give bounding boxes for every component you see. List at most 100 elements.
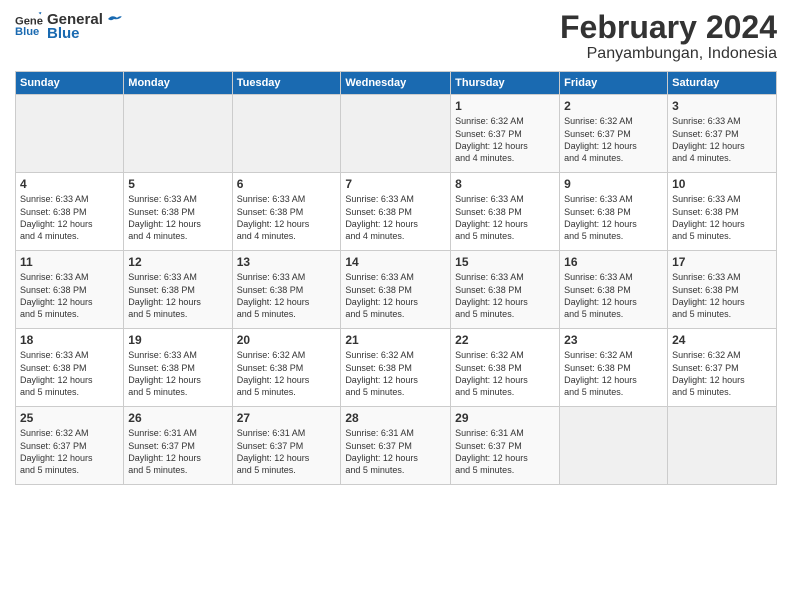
- day-number: 29: [455, 410, 555, 426]
- day-number: 7: [345, 176, 446, 192]
- week-row-2: 4Sunrise: 6:33 AM Sunset: 6:38 PM Daylig…: [16, 173, 777, 251]
- day-info: Sunrise: 6:32 AM Sunset: 6:38 PM Dayligh…: [237, 349, 337, 398]
- table-row: 14Sunrise: 6:33 AM Sunset: 6:38 PM Dayli…: [341, 251, 451, 329]
- page: General Blue General Blue February 2024 …: [0, 0, 792, 612]
- day-number: 27: [237, 410, 337, 426]
- day-number: 25: [20, 410, 119, 426]
- table-row: [124, 95, 232, 173]
- day-number: 13: [237, 254, 337, 270]
- day-info: Sunrise: 6:33 AM Sunset: 6:38 PM Dayligh…: [20, 349, 119, 398]
- table-row: [16, 95, 124, 173]
- day-info: Sunrise: 6:33 AM Sunset: 6:38 PM Dayligh…: [128, 349, 227, 398]
- day-info: Sunrise: 6:33 AM Sunset: 6:38 PM Dayligh…: [672, 271, 772, 320]
- day-info: Sunrise: 6:31 AM Sunset: 6:37 PM Dayligh…: [455, 427, 555, 476]
- table-row: 6Sunrise: 6:33 AM Sunset: 6:38 PM Daylig…: [232, 173, 341, 251]
- table-row: 22Sunrise: 6:32 AM Sunset: 6:38 PM Dayli…: [451, 329, 560, 407]
- table-row: [668, 407, 777, 485]
- day-number: 5: [128, 176, 227, 192]
- day-info: Sunrise: 6:32 AM Sunset: 6:37 PM Dayligh…: [672, 349, 772, 398]
- day-info: Sunrise: 6:32 AM Sunset: 6:37 PM Dayligh…: [564, 115, 663, 164]
- table-row: 16Sunrise: 6:33 AM Sunset: 6:38 PM Dayli…: [560, 251, 668, 329]
- logo-bird-icon: [105, 10, 123, 28]
- day-number: 18: [20, 332, 119, 348]
- day-info: Sunrise: 6:32 AM Sunset: 6:38 PM Dayligh…: [564, 349, 663, 398]
- calendar-subtitle: Panyambungan, Indonesia: [560, 45, 777, 63]
- table-row: 21Sunrise: 6:32 AM Sunset: 6:38 PM Dayli…: [341, 329, 451, 407]
- col-thursday: Thursday: [451, 72, 560, 95]
- table-row: 13Sunrise: 6:33 AM Sunset: 6:38 PM Dayli…: [232, 251, 341, 329]
- day-number: 21: [345, 332, 446, 348]
- day-info: Sunrise: 6:32 AM Sunset: 6:38 PM Dayligh…: [345, 349, 446, 398]
- table-row: 8Sunrise: 6:33 AM Sunset: 6:38 PM Daylig…: [451, 173, 560, 251]
- day-info: Sunrise: 6:33 AM Sunset: 6:38 PM Dayligh…: [20, 271, 119, 320]
- day-number: 20: [237, 332, 337, 348]
- day-number: 15: [455, 254, 555, 270]
- table-row: 10Sunrise: 6:33 AM Sunset: 6:38 PM Dayli…: [668, 173, 777, 251]
- day-number: 26: [128, 410, 227, 426]
- day-info: Sunrise: 6:33 AM Sunset: 6:38 PM Dayligh…: [672, 193, 772, 242]
- day-info: Sunrise: 6:33 AM Sunset: 6:38 PM Dayligh…: [564, 193, 663, 242]
- svg-text:Blue: Blue: [15, 26, 39, 38]
- table-row: 29Sunrise: 6:31 AM Sunset: 6:37 PM Dayli…: [451, 407, 560, 485]
- table-row: 28Sunrise: 6:31 AM Sunset: 6:37 PM Dayli…: [341, 407, 451, 485]
- table-row: 20Sunrise: 6:32 AM Sunset: 6:38 PM Dayli…: [232, 329, 341, 407]
- table-row: 23Sunrise: 6:32 AM Sunset: 6:38 PM Dayli…: [560, 329, 668, 407]
- day-info: Sunrise: 6:32 AM Sunset: 6:38 PM Dayligh…: [455, 349, 555, 398]
- day-number: 22: [455, 332, 555, 348]
- week-row-5: 25Sunrise: 6:32 AM Sunset: 6:37 PM Dayli…: [16, 407, 777, 485]
- table-row: 25Sunrise: 6:32 AM Sunset: 6:37 PM Dayli…: [16, 407, 124, 485]
- day-info: Sunrise: 6:33 AM Sunset: 6:38 PM Dayligh…: [128, 193, 227, 242]
- day-info: Sunrise: 6:33 AM Sunset: 6:38 PM Dayligh…: [345, 193, 446, 242]
- col-tuesday: Tuesday: [232, 72, 341, 95]
- table-row: 1Sunrise: 6:32 AM Sunset: 6:37 PM Daylig…: [451, 95, 560, 173]
- day-number: 11: [20, 254, 119, 270]
- day-info: Sunrise: 6:33 AM Sunset: 6:38 PM Dayligh…: [20, 193, 119, 242]
- day-info: Sunrise: 6:32 AM Sunset: 6:37 PM Dayligh…: [455, 115, 555, 164]
- calendar-title: February 2024: [560, 10, 777, 45]
- day-number: 19: [128, 332, 227, 348]
- day-number: 9: [564, 176, 663, 192]
- day-info: Sunrise: 6:33 AM Sunset: 6:38 PM Dayligh…: [564, 271, 663, 320]
- table-row: [560, 407, 668, 485]
- logo: General Blue General Blue: [15, 10, 123, 42]
- table-row: 27Sunrise: 6:31 AM Sunset: 6:37 PM Dayli…: [232, 407, 341, 485]
- table-row: 19Sunrise: 6:33 AM Sunset: 6:38 PM Dayli…: [124, 329, 232, 407]
- table-row: 12Sunrise: 6:33 AM Sunset: 6:38 PM Dayli…: [124, 251, 232, 329]
- table-row: 18Sunrise: 6:33 AM Sunset: 6:38 PM Dayli…: [16, 329, 124, 407]
- table-row: [232, 95, 341, 173]
- day-info: Sunrise: 6:31 AM Sunset: 6:37 PM Dayligh…: [237, 427, 337, 476]
- day-info: Sunrise: 6:33 AM Sunset: 6:38 PM Dayligh…: [237, 193, 337, 242]
- logo-icon: General Blue: [15, 12, 43, 40]
- table-row: 26Sunrise: 6:31 AM Sunset: 6:37 PM Dayli…: [124, 407, 232, 485]
- table-row: 11Sunrise: 6:33 AM Sunset: 6:38 PM Dayli…: [16, 251, 124, 329]
- day-number: 14: [345, 254, 446, 270]
- table-row: 15Sunrise: 6:33 AM Sunset: 6:38 PM Dayli…: [451, 251, 560, 329]
- table-row: 9Sunrise: 6:33 AM Sunset: 6:38 PM Daylig…: [560, 173, 668, 251]
- table-row: 2Sunrise: 6:32 AM Sunset: 6:37 PM Daylig…: [560, 95, 668, 173]
- week-row-1: 1Sunrise: 6:32 AM Sunset: 6:37 PM Daylig…: [16, 95, 777, 173]
- calendar-header-row: Sunday Monday Tuesday Wednesday Thursday…: [16, 72, 777, 95]
- day-number: 4: [20, 176, 119, 192]
- day-number: 23: [564, 332, 663, 348]
- day-info: Sunrise: 6:33 AM Sunset: 6:38 PM Dayligh…: [455, 193, 555, 242]
- day-info: Sunrise: 6:33 AM Sunset: 6:38 PM Dayligh…: [128, 271, 227, 320]
- day-info: Sunrise: 6:33 AM Sunset: 6:38 PM Dayligh…: [455, 271, 555, 320]
- day-info: Sunrise: 6:31 AM Sunset: 6:37 PM Dayligh…: [345, 427, 446, 476]
- table-row: 4Sunrise: 6:33 AM Sunset: 6:38 PM Daylig…: [16, 173, 124, 251]
- day-number: 16: [564, 254, 663, 270]
- day-number: 2: [564, 98, 663, 114]
- day-number: 3: [672, 98, 772, 114]
- day-number: 10: [672, 176, 772, 192]
- table-row: 7Sunrise: 6:33 AM Sunset: 6:38 PM Daylig…: [341, 173, 451, 251]
- day-number: 28: [345, 410, 446, 426]
- day-info: Sunrise: 6:31 AM Sunset: 6:37 PM Dayligh…: [128, 427, 227, 476]
- table-row: [341, 95, 451, 173]
- table-row: 3Sunrise: 6:33 AM Sunset: 6:37 PM Daylig…: [668, 95, 777, 173]
- day-number: 24: [672, 332, 772, 348]
- day-number: 8: [455, 176, 555, 192]
- table-row: 5Sunrise: 6:33 AM Sunset: 6:38 PM Daylig…: [124, 173, 232, 251]
- day-number: 6: [237, 176, 337, 192]
- day-number: 12: [128, 254, 227, 270]
- day-info: Sunrise: 6:33 AM Sunset: 6:38 PM Dayligh…: [345, 271, 446, 320]
- day-info: Sunrise: 6:32 AM Sunset: 6:37 PM Dayligh…: [20, 427, 119, 476]
